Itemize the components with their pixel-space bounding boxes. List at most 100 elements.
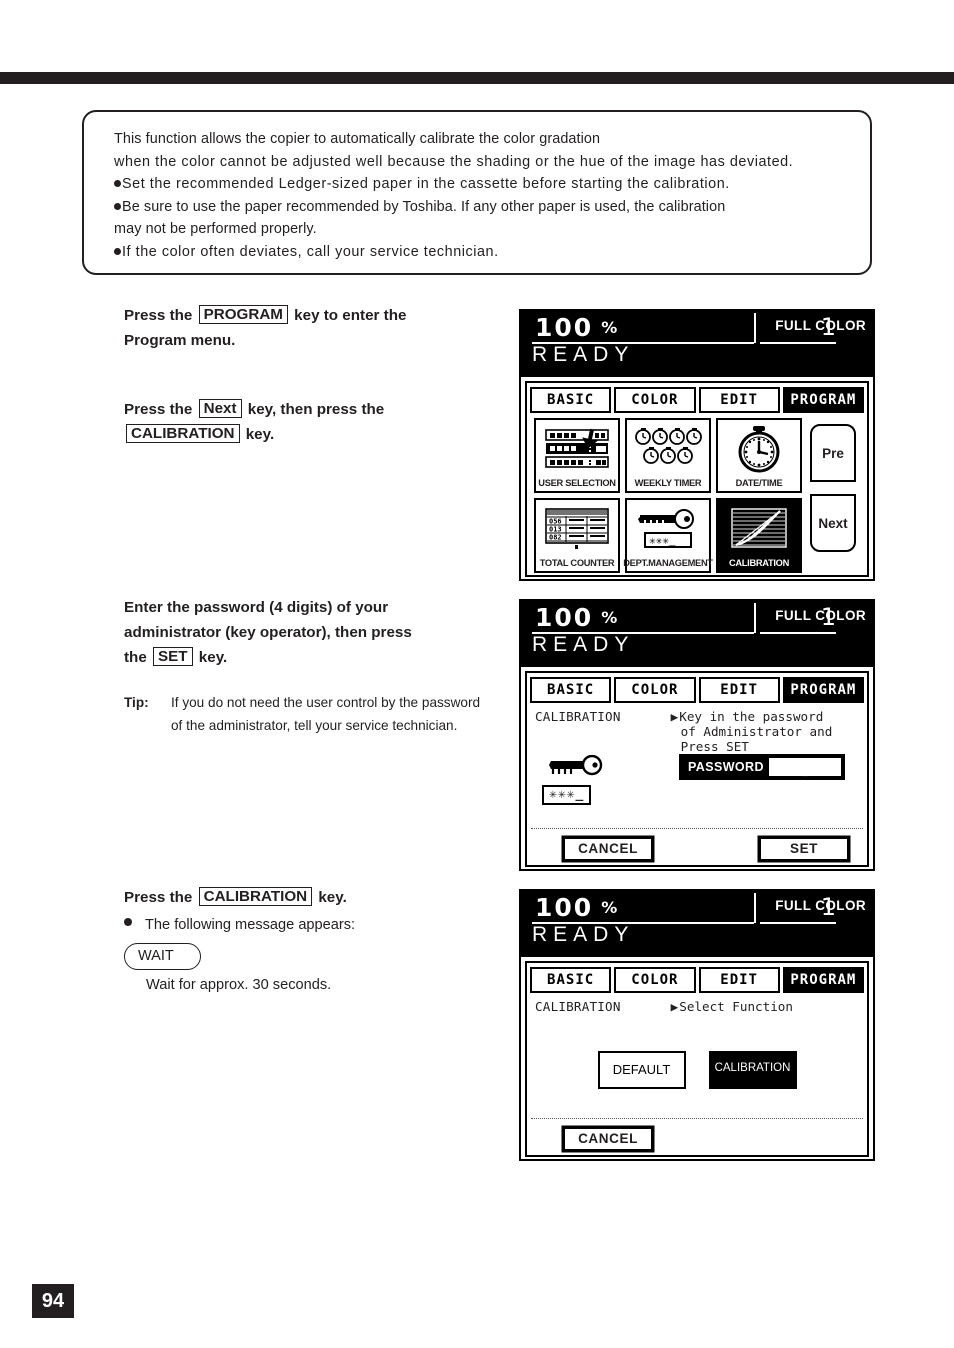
lcd-panel-select-function[interactable]: 100% 1 FULL COLOR READY BASIC COLOR EDIT… [519, 889, 875, 1161]
cancel-button[interactable]: CANCEL [563, 837, 653, 861]
prev-page-button[interactable]: Pre [810, 424, 856, 482]
program-cell-label: DATE/TIME [735, 478, 783, 488]
keycap-calibration[interactable]: CALIBRATION [126, 424, 240, 443]
lcd-panel-password[interactable]: 100% 1 FULL COLOR READY BASIC COLOR EDIT… [519, 599, 875, 871]
program-cell-label: DEPT.MANAGEMENT [623, 558, 713, 568]
zoom-ratio: 100% [535, 893, 620, 922]
copies-underline [760, 342, 836, 344]
svg-text:056: 056 [549, 517, 562, 525]
step-3-line-1: Enter the password (4 digits) of your [124, 599, 389, 616]
step-2-line-1: Press the Next key, then press the [124, 399, 385, 418]
program-cell-label: WEEKLY TIMER [634, 478, 702, 488]
copies-underline [760, 922, 836, 924]
intro-line-2: when the color cannot be adjusted well b… [114, 153, 794, 170]
program-nav-column: Pre Next [810, 418, 856, 573]
keycap-set[interactable]: SET [153, 647, 193, 666]
tab-basic[interactable]: BASIC [530, 387, 612, 413]
program-cell-label: TOTAL COUNTER [539, 558, 615, 568]
lcd-tab-row: BASIC COLOR EDIT PROGRAM [527, 963, 867, 993]
color-mode-label: FULL COLOR [775, 608, 866, 623]
intro-bullet-3: If the color often deviates, call your s… [114, 241, 850, 264]
screen-message: ▶Key in the password of Administrator an… [670, 709, 833, 754]
step-1: Press the PROGRAM key to enter the Progr… [124, 303, 496, 353]
next-page-button[interactable]: Next [810, 494, 856, 552]
keycap-program[interactable]: PROGRAM [198, 305, 288, 324]
password-input[interactable]: _ [768, 758, 841, 776]
header-separator [754, 313, 756, 343]
svg-text:✳✳✳_: ✳✳✳_ [649, 534, 676, 547]
tab-edit[interactable]: EDIT [698, 967, 780, 993]
step-2: Press the Next key, then press the CALIB… [124, 397, 496, 447]
tab-color[interactable]: COLOR [614, 967, 696, 993]
status-text: READY [532, 343, 635, 366]
user-selection-icon [536, 420, 618, 477]
tab-program[interactable]: PROGRAM [782, 967, 864, 993]
program-cell-label: USER SELECTION [538, 478, 616, 488]
program-menu-grid: USER SELECTION 056 013 082 TOTAL COUNTER… [527, 413, 867, 577]
header-separator [754, 603, 756, 633]
step-3-line-3: the SET key. [124, 647, 228, 666]
calibration-button[interactable]: CALIBRATION [708, 1051, 797, 1089]
total-counter-icon: 056 013 082 [536, 500, 618, 557]
select-function-area: CALIBRATION ▶Select Function DEFAULT CAL… [527, 993, 867, 1155]
program-cell-calibration[interactable]: CALIBRATION [716, 498, 802, 573]
lcd-panel-program-menu[interactable]: 100% 1 FULL COLOR READY BASIC COLOR EDIT… [519, 309, 875, 581]
screen-title: CALIBRATION [535, 709, 621, 724]
tip-label: Tip: [124, 695, 149, 710]
keycap-calibration-2[interactable]: CALIBRATION [198, 887, 313, 906]
arrow-right-icon: ▶ [670, 999, 679, 1014]
dept-management-icon: ✳✳✳_ [627, 500, 709, 557]
keycap-next[interactable]: Next [198, 399, 242, 418]
color-mode-label: FULL COLOR [775, 898, 866, 913]
bullet-icon [114, 202, 121, 210]
intro-line-1: This function allows the copier to autom… [114, 131, 601, 147]
password-mask-display: ✳✳✳_ [542, 785, 592, 805]
program-cell-weekly-timer[interactable]: WEEKLY TIMER [625, 418, 711, 493]
date-time-icon [718, 420, 800, 477]
screen-title: CALIBRATION [535, 999, 621, 1014]
zoom-ratio: 100% [535, 313, 620, 342]
program-cell-dept-management[interactable]: ✳✳✳_ DEPT.MANAGEMENT [623, 498, 713, 573]
status-text: READY [532, 633, 635, 656]
password-field-group[interactable]: PASSWORD _ [679, 754, 845, 780]
tab-color[interactable]: COLOR [614, 677, 696, 703]
lcd-tab-row: BASIC COLOR EDIT PROGRAM [527, 673, 867, 703]
tab-program[interactable]: PROGRAM [782, 387, 864, 413]
footer-divider [531, 1118, 863, 1119]
step-3: Enter the password (4 digits) of your ad… [124, 595, 504, 737]
tab-edit[interactable]: EDIT [698, 677, 780, 703]
tab-basic[interactable]: BASIC [530, 677, 612, 703]
step-2-line-2: CALIBRATION key. [124, 422, 496, 447]
program-cell-label: CALIBRATION [728, 558, 790, 568]
tip-body: If you do not need the user control by t… [171, 695, 481, 733]
cancel-button[interactable]: CANCEL [563, 1127, 653, 1151]
svg-text:082: 082 [549, 533, 562, 541]
set-button[interactable]: SET [759, 837, 849, 861]
intro-bullet-2-cont: may not be performed properly. [114, 221, 317, 238]
tab-program[interactable]: PROGRAM [782, 677, 864, 703]
tab-edit[interactable]: EDIT [698, 387, 780, 413]
bullet-icon [124, 918, 132, 926]
tab-basic[interactable]: BASIC [530, 967, 612, 993]
bullet-icon [114, 247, 121, 255]
program-cell-date-time[interactable]: DATE/TIME [716, 418, 802, 493]
password-message-area: CALIBRATION ▶Key in the password of Admi… [527, 703, 867, 865]
step-1-line-1: Press the PROGRAM key to enter the [124, 305, 407, 324]
step-3-line-2: administrator (key operator), then press [124, 624, 412, 641]
lcd-body: BASIC COLOR EDIT PROGRAM CALIBRATION ▶Se… [525, 961, 869, 1157]
program-cell-user-selection[interactable]: USER SELECTION [534, 418, 620, 493]
status-text: READY [532, 923, 635, 946]
program-grid-col-3: DATE/TIME CALIBRATION [716, 418, 802, 573]
lcd-header: 100% 1 FULL COLOR READY [521, 601, 873, 667]
intro-bullet-1: Set the recommended Ledger-sized paper i… [114, 173, 850, 196]
zoom-ratio: 100% [535, 603, 620, 632]
tab-color[interactable]: COLOR [614, 387, 696, 413]
header-separator [754, 893, 756, 923]
color-mode-label: FULL COLOR [775, 318, 866, 333]
program-cell-total-counter[interactable]: 056 013 082 TOTAL COUNTER [534, 498, 620, 573]
default-button[interactable]: DEFAULT [597, 1051, 686, 1089]
wait-note: Wait for approx. 30 seconds. [146, 977, 332, 993]
lcd-body: BASIC COLOR EDIT PROGRAM USER SELECTION … [525, 381, 869, 577]
wait-message-pill: WAIT [124, 943, 201, 970]
lcd-body: BASIC COLOR EDIT PROGRAM CALIBRATION ▶Ke… [525, 671, 869, 867]
